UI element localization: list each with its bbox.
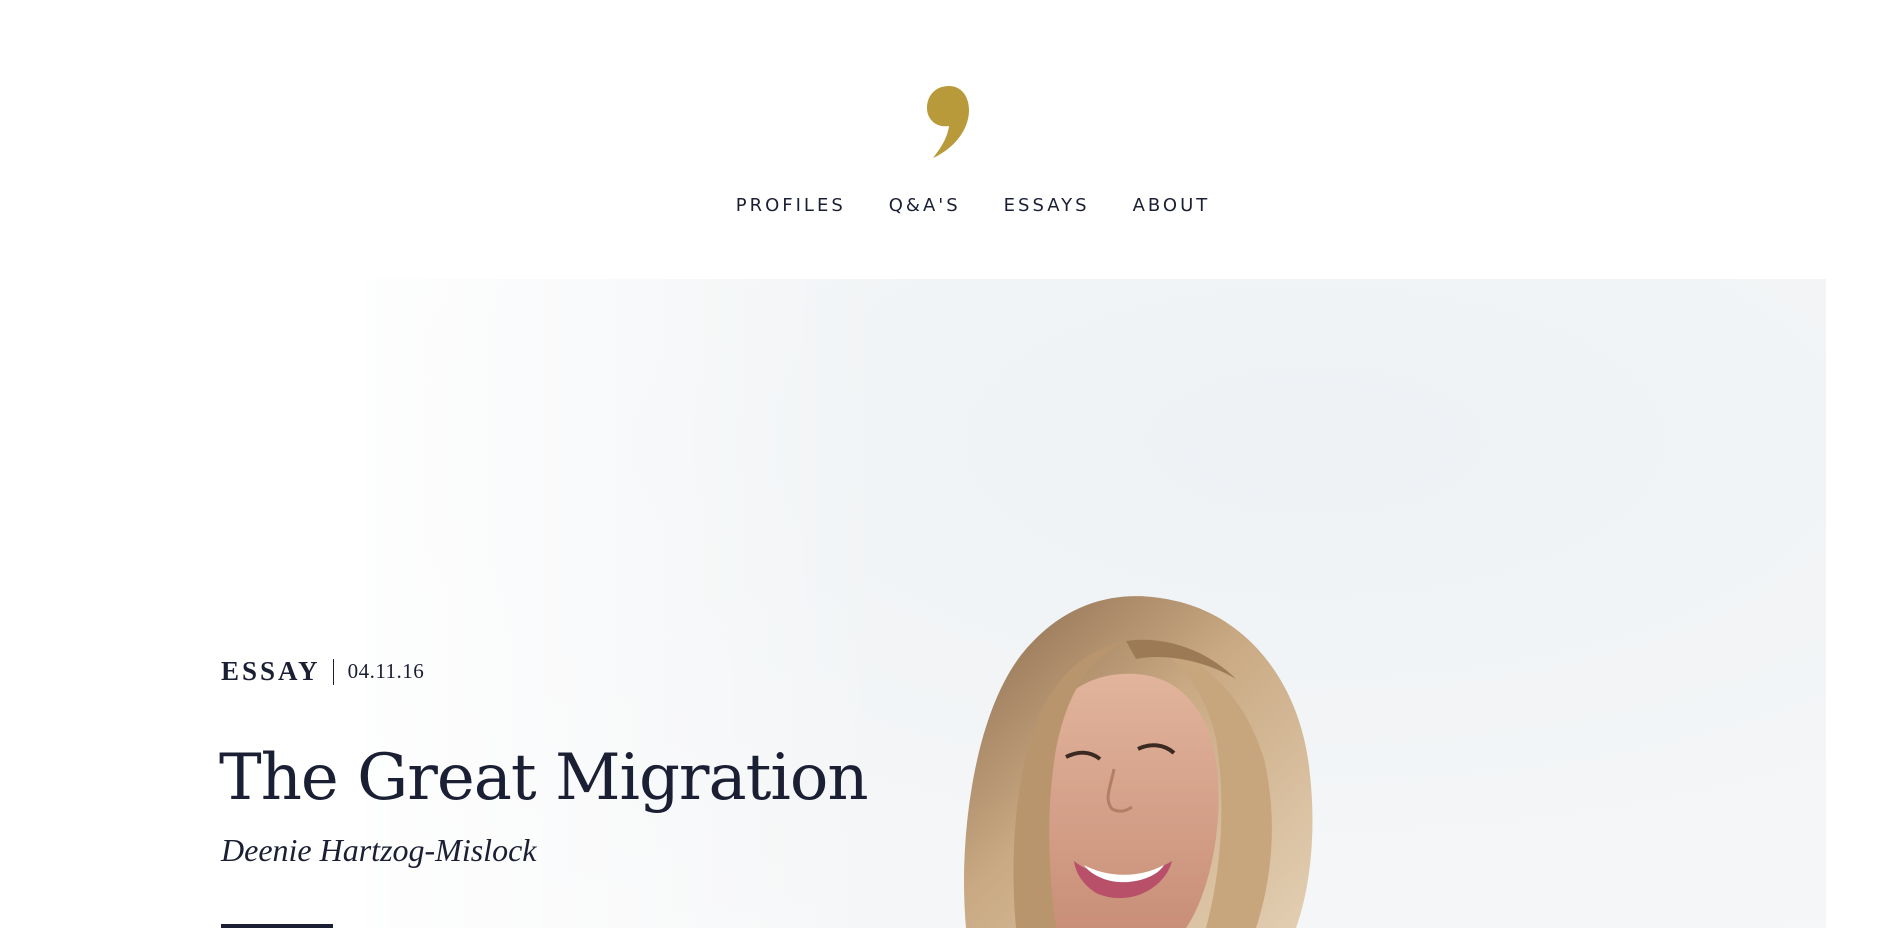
meta-divider <box>332 658 334 685</box>
nav-item-about[interactable]: ABOUT <box>1133 192 1211 220</box>
article-category[interactable]: ESSAY <box>221 656 321 687</box>
nav-item-essays[interactable]: ESSAYS <box>1004 192 1090 220</box>
main-nav: PROFILES Q&A'S ESSAYS ABOUT <box>0 192 1896 220</box>
comma-logo-icon[interactable] <box>925 84 975 160</box>
hero-image[interactable] <box>366 279 1826 928</box>
article-title[interactable]: The Great Migration <box>219 738 869 818</box>
page: PROFILES Q&A'S ESSAYS ABOUT ESSAY 04.11.… <box>0 0 1896 928</box>
article-author: Deenie Hartzog-Mislock <box>221 832 537 868</box>
nav-item-profiles[interactable]: PROFILES <box>736 192 846 220</box>
article-meta: ESSAY 04.11.16 <box>221 656 424 687</box>
accent-divider <box>221 924 333 928</box>
article-date: 04.11.16 <box>347 659 425 683</box>
nav-item-qas[interactable]: Q&A'S <box>889 192 961 220</box>
